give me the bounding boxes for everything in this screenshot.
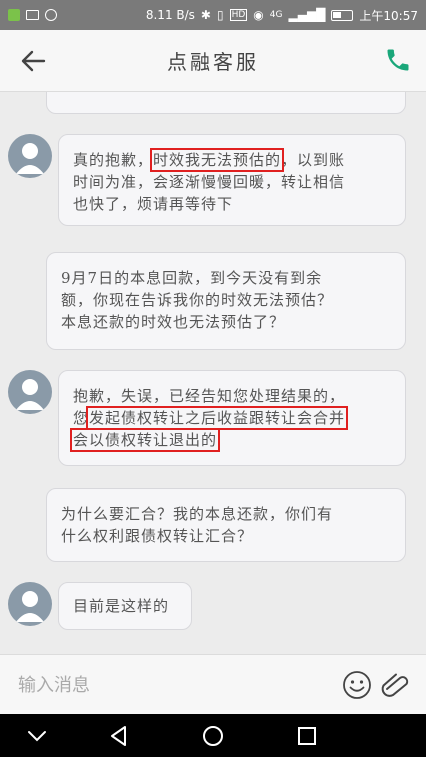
network-type: 4G [269,10,283,20]
nav-home-icon[interactable] [200,723,226,749]
chat-header: 点融客服 [0,30,426,92]
avatar [8,134,52,178]
phone-icon[interactable] [384,46,412,74]
message-line: 额，你现在告诉我你的时效无法预估？ [61,291,334,309]
emoji-icon[interactable] [342,670,372,700]
message-line: 真的抱歉，时效我无法预估的，以到账 [73,148,346,172]
message-list[interactable]: 真的抱歉，时效我无法预估的，以到账 时间为准，会逐渐慢慢回暖，转让相信 也快了，… [0,92,426,653]
message-input[interactable] [18,669,318,701]
composer-bar [0,654,426,714]
avatar [8,370,52,414]
status-time: 上午10:57 [359,8,418,23]
message-line: 9月7日的本息回款，到今天没有到余 [61,269,323,287]
sync-icon [45,9,57,21]
message-bubble-user: 为什么要汇合？我的本息还款，你们有 什么权利跟债权转让汇合？ [46,488,406,562]
message-bubble-agent: 真的抱歉，时效我无法预估的，以到账 时间为准，会逐渐慢慢回暖，转让相信 也快了，… [58,134,406,226]
mail-icon [26,10,39,20]
message-bubble-agent: 抱歉，失误，已经告知您处理结果的， 您发起债权转让之后收益跟转让会合并 会以债权… [58,370,406,466]
person-icon [16,591,44,622]
vibrate-icon: ▯ [216,8,224,22]
system-nav-bar [0,714,426,757]
battery-icon [331,9,354,21]
message-bubble-user: 9月7日的本息回款，到今天没有到余 额，你现在告诉我你的时效无法预估？ 本息还款… [46,252,406,350]
highlight-box: 发起债权转让之后收益跟转让会合并 [86,406,349,430]
nav-back-icon[interactable] [106,723,132,749]
signal-icon: ▂▄▆█ [288,8,326,22]
message-line: 您发起债权转让之后收益跟转让会合并 [73,406,349,430]
hd-icon: HD [229,9,248,21]
message-line: 也快了，烦请再等待下 [73,195,234,213]
message-line: 会以债权转让退出的 [69,428,399,452]
nav-recents-icon[interactable] [294,723,320,749]
app-icon [8,9,20,21]
message-bubble-agent: 目前是这样的 [58,582,192,630]
network-speed: 8.11 B/s [145,8,195,22]
message-line: 为什么要汇合？我的本息还款，你们有 [61,505,334,523]
avatar [8,582,52,626]
message-line: 什么权利跟债权转让汇合？ [61,527,254,545]
person-icon [16,379,44,410]
page-title: 点融客服 [167,50,259,74]
message-line: 本息还款的时效也无法预估了？ [61,313,286,331]
message-line: 抱歉，失误，已经告知您处理结果的， [73,387,346,405]
status-bar: 8.11 B/s ✱ ▯ HD ◉ 4G ▂▄▆█ 上午10:57 [0,0,426,30]
person-icon [16,143,44,174]
eye-icon: ◉ [253,8,264,22]
paperclip-icon[interactable] [380,670,412,700]
message-line: 目前是这样的 [73,597,170,615]
message-bubble-partial [46,92,406,114]
highlight-box: 会以债权转让退出的 [69,428,221,452]
chevron-down-icon[interactable] [24,723,50,749]
message-line: 时间为准，会逐渐慢慢回暖，转让相信 [73,173,346,191]
highlight-box: 时效我无法预估的 [150,148,285,172]
bluetooth-icon: ✱ [200,8,211,22]
arrow-left-icon[interactable] [18,48,48,74]
